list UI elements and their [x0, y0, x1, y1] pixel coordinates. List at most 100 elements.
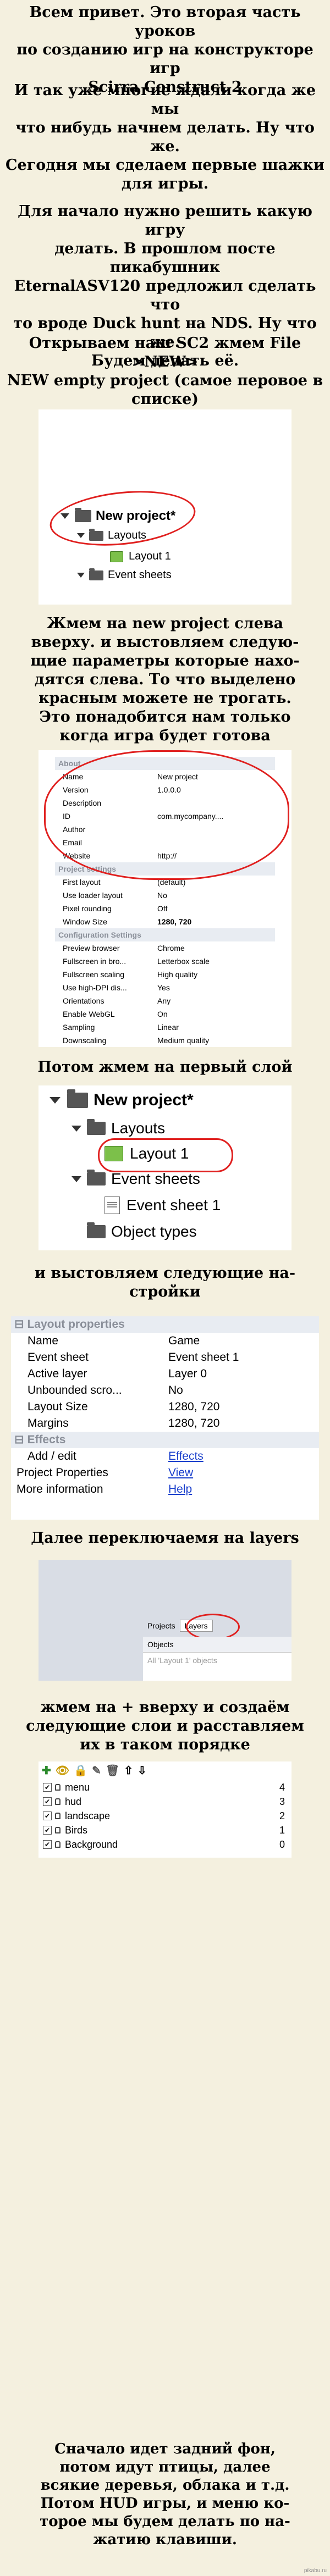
prop-value[interactable]: No: [154, 889, 275, 902]
layout-properties-screenshot: ⊟ Layout properties Name Game Event sheet E…: [11, 1316, 319, 1520]
prop-row[interactable]: Window Size 1280, 720: [55, 915, 275, 928]
layer-row[interactable]: ✔ menu 4: [43, 1780, 285, 1794]
prop-row[interactable]: Orientations Any: [55, 994, 275, 1007]
prop-value[interactable]: Off: [154, 902, 275, 915]
prop-row[interactable]: Sampling Linear: [55, 1021, 275, 1034]
tree-row-object-types[interactable]: Object types: [72, 1222, 197, 1240]
visibility-icon[interactable]: 👁: [56, 1764, 69, 1777]
expand-arrow-icon[interactable]: [77, 573, 85, 578]
prop-value[interactable]: Medium quality: [154, 1034, 275, 1047]
prop-row[interactable]: Active layer Layer 0: [11, 1366, 319, 1382]
expand-arrow-icon[interactable]: [72, 1125, 81, 1132]
prop-row[interactable]: Downscaling Medium quality: [55, 1034, 275, 1047]
prop-key: Event sheet: [28, 1351, 89, 1364]
tree-row-event-sheets[interactable]: Event sheets: [77, 568, 172, 581]
red-highlight-circle: [47, 484, 199, 552]
visible-checkbox[interactable]: ✔: [43, 1797, 52, 1806]
prop-value[interactable]: Layer 0: [165, 1366, 319, 1382]
prop-value[interactable]: No: [165, 1382, 319, 1399]
lock-icon[interactable]: [55, 1813, 61, 1819]
prop-value[interactable]: 1280, 720: [165, 1399, 319, 1415]
layer-name: Background: [65, 1838, 118, 1850]
prop-row[interactable]: Use high-DPI dis... Yes: [55, 981, 275, 994]
layer-name: hud: [65, 1796, 82, 1807]
para2-line-3: Сегодня мы сделаем первые шажки: [6, 157, 324, 174]
visible-checkbox[interactable]: ✔: [43, 1811, 52, 1820]
prop-key: Layout Size: [28, 1400, 88, 1413]
prop-row: Add / edit Effects: [11, 1448, 319, 1465]
tree-row-layouts[interactable]: Layouts: [72, 1119, 165, 1137]
lock-icon[interactable]: [55, 1798, 61, 1805]
layer-row[interactable]: ✔ hud 3: [43, 1794, 285, 1809]
intro-line-2: по созданию игр на конструкторе игр: [16, 41, 314, 77]
prop-row[interactable]: Use loader layout No: [55, 889, 275, 902]
prop-row[interactable]: Name Game: [11, 1333, 319, 1349]
expand-arrow-icon[interactable]: [50, 1097, 61, 1104]
tree-row-event-sheet-1[interactable]: Event sheet 1: [105, 1196, 221, 1214]
view-link[interactable]: View: [168, 1466, 193, 1479]
section-header[interactable]: Configuration Settings: [55, 928, 275, 941]
folder-icon: [67, 1089, 88, 1108]
prop-value[interactable]: 1280, 720: [165, 1415, 319, 1432]
visible-checkbox[interactable]: ✔: [43, 1840, 52, 1849]
visible-checkbox[interactable]: ✔: [43, 1826, 52, 1835]
prop-row[interactable]: Event sheet Event sheet 1: [11, 1349, 319, 1366]
layout-properties-section[interactable]: ⊟ Layout properties: [11, 1316, 319, 1333]
tab-projects[interactable]: Projects: [143, 1621, 180, 1630]
prop-row[interactable]: Unbounded scro... No: [11, 1382, 319, 1399]
prop-value[interactable]: Any: [154, 994, 275, 1007]
object-types-label: Object types: [111, 1223, 197, 1240]
add-layer-icon[interactable]: ✚: [42, 1764, 51, 1777]
prop-value[interactable]: Chrome: [154, 941, 275, 955]
prop-key: Window Size: [63, 917, 107, 926]
para2-line-1: И так уже многие ждали когда же мы: [14, 82, 316, 118]
tree-row-new-project[interactable]: New project*: [50, 1089, 194, 1110]
prop-value[interactable]: Linear: [154, 1021, 275, 1034]
prop-row[interactable]: Fullscreen scaling High quality: [55, 968, 275, 981]
event-sheet-icon: [105, 1196, 120, 1214]
tree-row-layout-1[interactable]: Layout 1: [110, 550, 171, 563]
prop-row[interactable]: Pixel rounding Off: [55, 902, 275, 915]
project-properties-screenshot: About Name New project Version 1.0.0.0 Descri…: [38, 750, 292, 1047]
effects-link[interactable]: Effects: [168, 1450, 204, 1462]
prop-row[interactable]: Layout Size 1280, 720: [11, 1399, 319, 1415]
prop-value[interactable]: On: [154, 1007, 275, 1021]
prop-row[interactable]: Fullscreen in bro... Letterbox scale: [55, 955, 275, 968]
prop-row: More information Help: [11, 1481, 319, 1498]
collapse-icon[interactable]: ⊟: [14, 1433, 27, 1446]
lock-icon[interactable]: [55, 1784, 61, 1791]
para5-line-5: красным можете не трогать.: [38, 690, 292, 707]
layer-number: 0: [279, 1838, 285, 1850]
edit-icon[interactable]: ✎: [92, 1764, 101, 1777]
prop-value[interactable]: High quality: [154, 968, 275, 981]
prop-key: More information: [16, 1483, 103, 1495]
move-down-icon[interactable]: ⇩: [138, 1764, 147, 1777]
collapse-icon[interactable]: ⊟: [14, 1318, 27, 1331]
expand-arrow-icon[interactable]: [72, 1176, 81, 1182]
prop-value[interactable]: Yes: [154, 981, 275, 994]
para2-line-2: что нибудь начнем делать. Ну что же.: [15, 119, 315, 155]
layer-number: 1: [279, 1824, 285, 1836]
prop-value[interactable]: 1280, 720: [154, 915, 275, 928]
layers-tab-screenshot: Projects Layers Objects All 'Layout 1' o…: [38, 1560, 292, 1681]
intro-line-1: Всем привет. Это вторая часть уроков: [29, 4, 301, 40]
lock-icon[interactable]: [55, 1827, 61, 1833]
move-up-icon[interactable]: ⇧: [124, 1764, 133, 1777]
tree-row-event-sheets[interactable]: Event sheets: [72, 1170, 200, 1188]
delete-icon[interactable]: 🗑: [106, 1764, 119, 1777]
effects-section[interactable]: ⊟ Effects: [11, 1432, 319, 1448]
help-link[interactable]: Help: [168, 1483, 192, 1495]
visible-checkbox[interactable]: ✔: [43, 1783, 52, 1792]
prop-row[interactable]: Preview browser Chrome: [55, 941, 275, 955]
layer-row[interactable]: ✔ Birds 1: [43, 1823, 285, 1837]
lock-icon[interactable]: [55, 1841, 61, 1848]
layer-row[interactable]: ✔ landscape 2: [43, 1809, 285, 1823]
layer-row[interactable]: ✔ Background 0: [43, 1837, 285, 1852]
folder-icon: [87, 1222, 106, 1238]
prop-value[interactable]: Game: [165, 1333, 319, 1349]
lock-icon[interactable]: 🔒: [74, 1764, 87, 1777]
prop-value[interactable]: Letterbox scale: [154, 955, 275, 968]
prop-row[interactable]: Enable WebGL On: [55, 1007, 275, 1021]
prop-value[interactable]: Event sheet 1: [165, 1349, 319, 1366]
prop-row[interactable]: Margins 1280, 720: [11, 1415, 319, 1432]
